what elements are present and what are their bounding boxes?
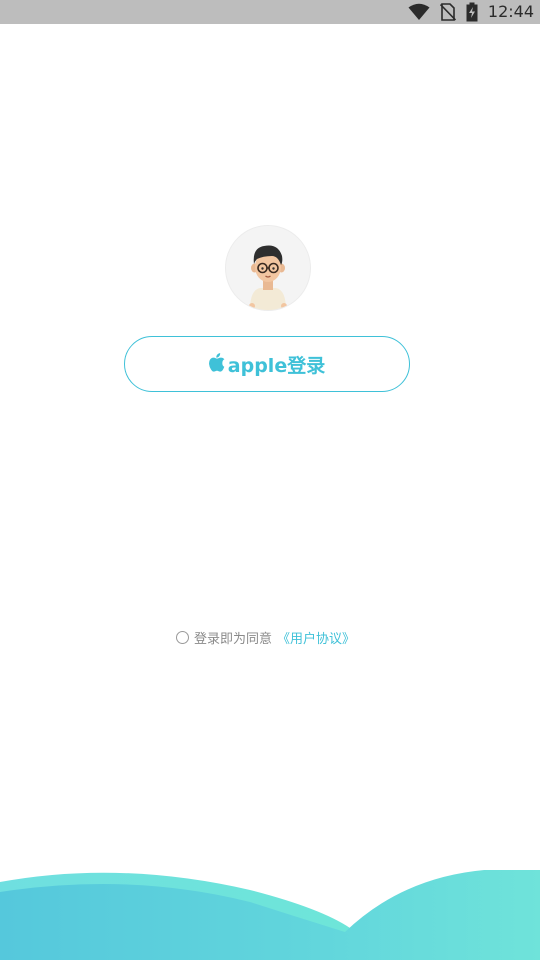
avatar xyxy=(225,225,311,311)
bottom-wave-decoration xyxy=(0,870,540,960)
agreement-radio[interactable] xyxy=(176,630,189,644)
apple-login-label: apple登录 xyxy=(227,354,326,377)
agreement-row: 登录即为同意 《用户协议》 xyxy=(176,628,355,647)
status-time: 12:44 xyxy=(487,2,534,21)
apple-login-button[interactable]: apple登录 xyxy=(124,336,410,392)
status-bar: 12:44 xyxy=(0,0,540,24)
avatar-illustration xyxy=(249,245,287,310)
wifi-icon xyxy=(408,3,430,20)
no-sim-icon xyxy=(439,3,456,21)
apple-logo-icon xyxy=(208,353,225,372)
battery-charging-icon xyxy=(466,2,478,22)
status-icons: 12:44 xyxy=(408,0,534,24)
login-screen: 12:44 apple登录 登录即为同意 《用户协议》 xyxy=(0,0,540,960)
user-agreement-link[interactable]: 《用户协议》 xyxy=(277,628,355,647)
agreement-text: 登录即为同意 xyxy=(194,631,273,647)
